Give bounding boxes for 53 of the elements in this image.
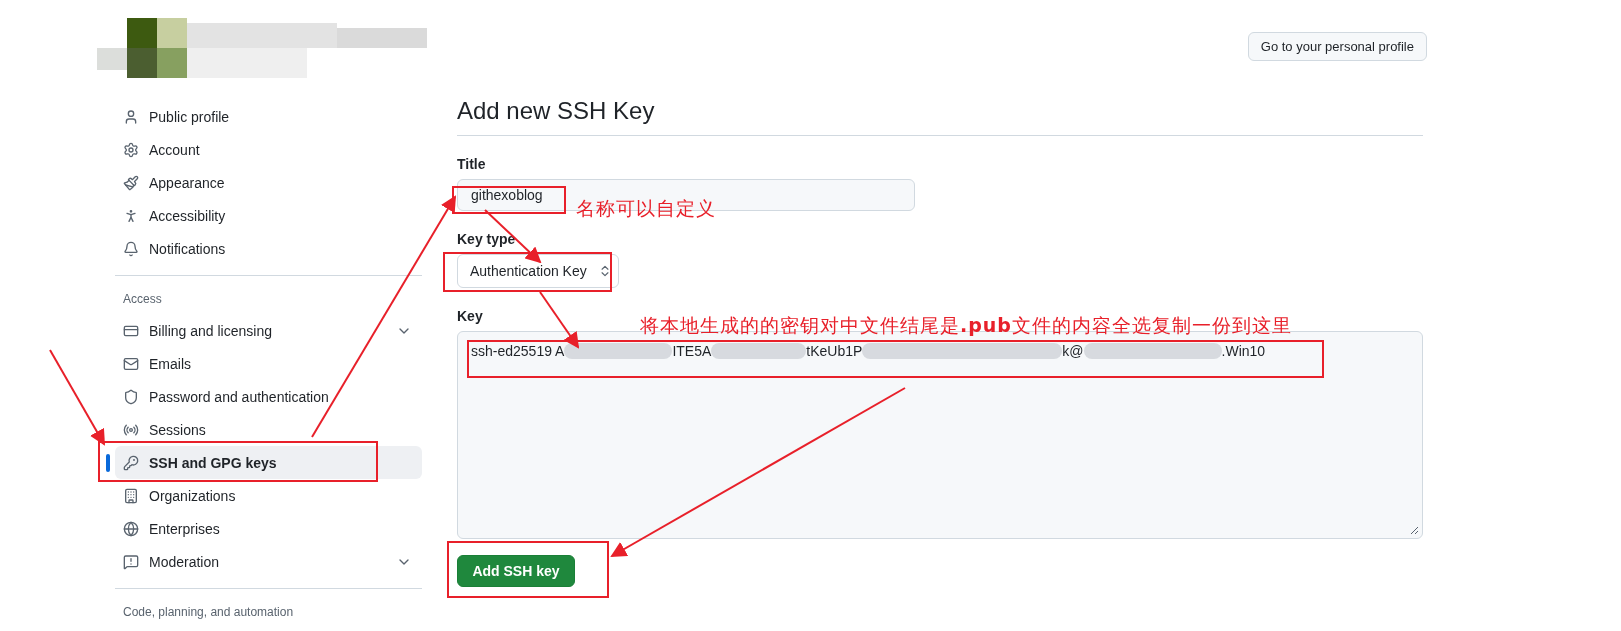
sidebar-item-icon [123, 355, 139, 372]
sidebar-item-label: Account [149, 141, 200, 158]
sidebar-item-icon [123, 454, 139, 471]
sidebar-item[interactable]: Password and authentication [115, 380, 422, 413]
key-text: .Win10 [1221, 343, 1266, 359]
sidebar-item[interactable]: Appearance [115, 166, 422, 199]
sidebar-item-label: Notifications [149, 240, 226, 257]
add-ssh-key-button[interactable]: Add SSH key [457, 555, 575, 587]
sidebar-item[interactable]: Sessions [115, 413, 422, 446]
key-text: tKeUb1P [806, 343, 863, 359]
annotation-arrow [484, 209, 542, 264]
sidebar-item-label: Appearance [149, 174, 225, 191]
sidebar-item-label: Accessibility [149, 207, 226, 224]
sidebar-item-label: SSH and GPG keys [149, 454, 277, 471]
sidebar-item-icon [123, 174, 139, 191]
sidebar-item[interactable]: Enterprises [115, 512, 422, 545]
sidebar-item-label: Password and authentication [149, 388, 329, 405]
section-heading: Access [122, 291, 163, 308]
sidebar-item[interactable]: Billing and licensing [115, 314, 422, 347]
sidebar-item-label: Organizations [149, 487, 236, 504]
sidebar-item-label: Billing and licensing [149, 322, 272, 339]
sidebar-item-icon [123, 108, 139, 125]
key-text: ssh-ed25519 A [471, 343, 565, 359]
resize-grip-icon[interactable] [1409, 525, 1419, 535]
key-text: k@ [1062, 343, 1084, 359]
sidebar-item-label: Public profile [149, 108, 230, 125]
field-label: Key type [457, 231, 517, 247]
sidebar-item-icon [123, 240, 139, 257]
sidebar-item-label: Sessions [149, 421, 206, 438]
sidebar-item-label: Enterprises [149, 520, 220, 537]
section-heading: Code, planning, and automation [122, 604, 295, 621]
sidebar-item-label: Emails [149, 355, 191, 372]
sidebar-item[interactable]: Emails [115, 347, 422, 380]
sidebar-item-icon [123, 388, 139, 405]
key-type-select[interactable]: Authentication Key [457, 254, 619, 288]
sidebar-item-icon [123, 207, 139, 224]
sidebar-item[interactable]: Organizations [115, 479, 422, 512]
sidebar-item[interactable]: Notifications [115, 232, 422, 265]
key-text: ITE5A [672, 343, 712, 359]
field-label: Key [457, 308, 484, 324]
selection-indicator [106, 454, 110, 472]
field-label: Title [457, 156, 487, 172]
page-heading: Add new SSH Key [457, 97, 1423, 136]
sidebar-item-icon [123, 487, 139, 504]
sidebar-item-label: Moderation [149, 553, 220, 570]
profile-button[interactable]: Go to your personal profile [1247, 32, 1427, 61]
sidebar-item[interactable]: Accessibility [115, 199, 422, 232]
sidebar-item[interactable]: Moderation [115, 545, 422, 578]
sidebar-item-icon [123, 141, 139, 158]
sidebar-item[interactable]: Public profile [115, 100, 422, 133]
sidebar-item-icon [123, 553, 139, 570]
sidebar-item[interactable]: Account [115, 133, 422, 166]
sidebar-item-icon [123, 520, 139, 537]
